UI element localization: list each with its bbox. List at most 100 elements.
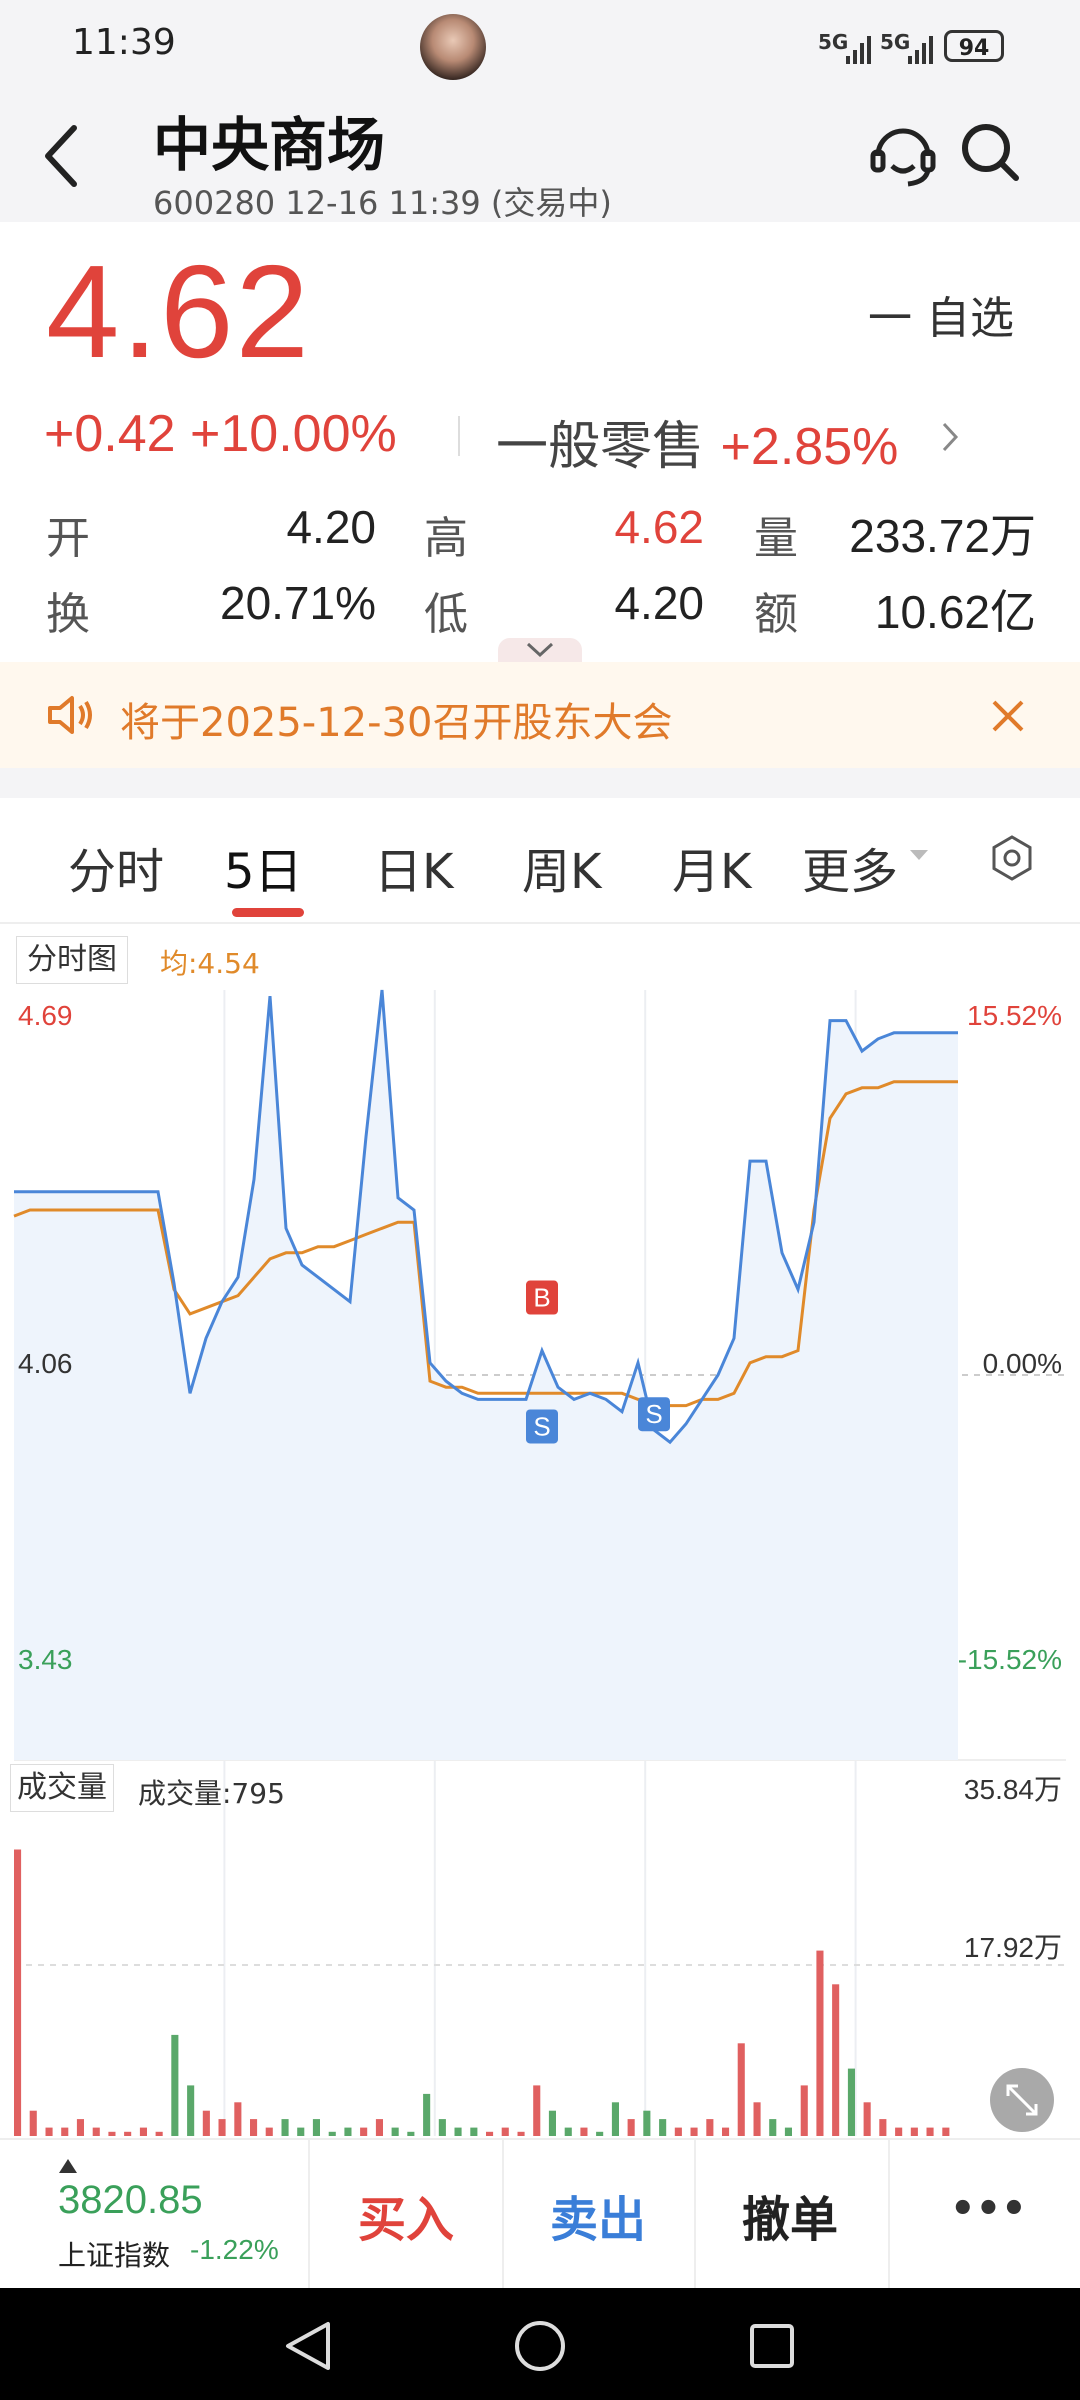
back-arrow-icon[interactable] — [40, 124, 84, 188]
volume-bar — [328, 2131, 336, 2136]
volume-bar — [155, 2131, 163, 2136]
current-price: 4.62 — [46, 238, 311, 385]
volume-bar — [360, 2127, 368, 2136]
stat-label-low: 低 — [424, 589, 468, 640]
volume-bar — [501, 2127, 509, 2136]
search-icon[interactable] — [958, 120, 1022, 184]
settings-icon[interactable] — [988, 834, 1036, 882]
tab-5day[interactable]: 5日 — [224, 832, 303, 902]
volume-bar — [14, 1849, 22, 2136]
stat-label-high: 高 — [424, 513, 468, 564]
add-watchlist-button[interactable]: 一 自选 — [868, 282, 1014, 346]
volume-bar — [438, 2119, 446, 2136]
five-day-chart[interactable]: B S S 分时图 均:4.54 4.69 4.06 3.43 15.52% 0.0… — [0, 930, 1080, 2138]
volume-bar — [45, 2127, 53, 2136]
header: 中央商场 600280 12-16 11:39 (交易中) — [0, 90, 1080, 222]
volume-bar — [533, 2085, 541, 2136]
system-nav-bar — [0, 2288, 1080, 2400]
stock-name: 中央商场 — [153, 111, 386, 179]
stock-code-time: 600280 12-16 11:39 (交易中) — [153, 184, 612, 222]
index-name: 上证指数 — [58, 2239, 171, 2272]
price-axis-mid: 4.06 — [18, 1348, 73, 1379]
divider — [694, 2140, 696, 2290]
up-triangle-icon — [59, 2159, 77, 2173]
bottom-trade-bar: 3820.85 上证指数 -1.22% — [0, 2138, 1080, 2290]
volume-bar — [187, 2085, 195, 2136]
buy-button[interactable]: 买入 — [358, 2180, 454, 2250]
volume-bar — [847, 2068, 855, 2136]
signal-5g-icon-2: 5G — [880, 30, 911, 54]
more-menu-button[interactable]: ••• — [950, 2186, 1027, 2232]
divider — [502, 2140, 504, 2290]
nav-back-icon[interactable] — [280, 2318, 336, 2374]
volume-bar — [139, 2127, 147, 2136]
divider — [888, 2140, 890, 2290]
volume-bar — [202, 2110, 210, 2136]
volume-bar — [706, 2119, 714, 2136]
tab-daily-k[interactable]: 日K — [374, 832, 453, 902]
volume-bar — [76, 2119, 84, 2136]
active-tab-indicator — [232, 908, 304, 917]
volume-bar — [674, 2127, 682, 2136]
tab-more[interactable]: 更多 — [802, 832, 898, 902]
volume-bar — [926, 2127, 934, 2136]
fullscreen-button[interactable] — [990, 2068, 1054, 2132]
price-change: +0.42 +10.00% — [44, 405, 397, 463]
tab-monthly-k[interactable]: 月K — [672, 832, 751, 902]
status-bar: 11:39 5G 5G 94 — [0, 0, 1080, 90]
volume-bar — [784, 2127, 792, 2136]
expand-toggle[interactable] — [498, 638, 582, 662]
chevron-right-icon[interactable] — [940, 420, 960, 454]
avg-price-legend: 均:4.54 — [160, 947, 260, 980]
customer-service-icon[interactable] — [868, 118, 938, 188]
stat-label-volume: 量 — [754, 513, 798, 564]
volume-bar — [564, 2127, 572, 2136]
volume-bar — [737, 2043, 745, 2136]
divider — [0, 922, 1080, 924]
stat-label-turnover: 换 — [46, 589, 90, 640]
index-value[interactable]: 3820.85 — [58, 2178, 203, 2223]
volume-bar — [879, 2119, 887, 2136]
nav-recents-icon[interactable] — [744, 2318, 800, 2374]
volume-bar — [910, 2127, 918, 2136]
chart-canvas[interactable]: B S S — [0, 930, 1080, 2138]
volume-bar — [234, 2102, 242, 2136]
stat-value-volume: 233.72万 — [849, 510, 1036, 562]
battery-icon: 94 — [944, 30, 1004, 62]
notice-banner[interactable]: 将于2025-12-30召开股东大会 — [0, 662, 1080, 768]
tab-intraday[interactable]: 分时 — [68, 832, 164, 902]
price-axis-top: 4.69 — [18, 1000, 73, 1031]
volume-bar — [29, 2110, 37, 2136]
nav-home-icon[interactable] — [512, 2318, 568, 2374]
price-axis-bottom: 3.43 — [18, 1644, 73, 1675]
volume-bar — [611, 2102, 619, 2136]
stat-value-high: 4.62 — [614, 501, 704, 553]
sell-button[interactable]: 卖出 — [550, 2180, 646, 2250]
volume-bar — [832, 1984, 840, 2136]
volume-bar — [863, 2102, 871, 2136]
pct-axis-top: 15.52% — [967, 1000, 1062, 1031]
stat-value-low: 4.20 — [614, 577, 704, 629]
volume-bar — [517, 2131, 525, 2136]
volume-bar — [108, 2131, 116, 2136]
volume-bar — [391, 2127, 399, 2136]
chevron-down-icon — [526, 642, 554, 658]
tab-weekly-k[interactable]: 周K — [522, 832, 601, 902]
notice-text: 将于2025-12-30召开股东大会 — [120, 700, 673, 746]
volume-bar — [281, 2119, 289, 2136]
cancel-order-button[interactable]: 撤单 — [742, 2180, 838, 2250]
volume-bar — [454, 2127, 462, 2136]
close-icon[interactable] — [990, 698, 1026, 734]
volume-bar — [92, 2127, 100, 2136]
volume-bar — [423, 2093, 431, 2136]
volume-bar — [297, 2127, 305, 2136]
avatar[interactable] — [420, 14, 486, 80]
volume-bar — [375, 2119, 383, 2136]
volume-bar — [816, 1950, 824, 2136]
status-time: 11:39 — [72, 22, 176, 63]
sector-link[interactable]: 一般零售 +2.85% — [496, 404, 898, 479]
volume-axis-mid: 17.92万 — [963, 1932, 1062, 1963]
volume-axis-top: 35.84万 — [963, 1774, 1062, 1805]
volume-bar — [769, 2119, 777, 2136]
signal-bars-icon — [846, 36, 871, 64]
